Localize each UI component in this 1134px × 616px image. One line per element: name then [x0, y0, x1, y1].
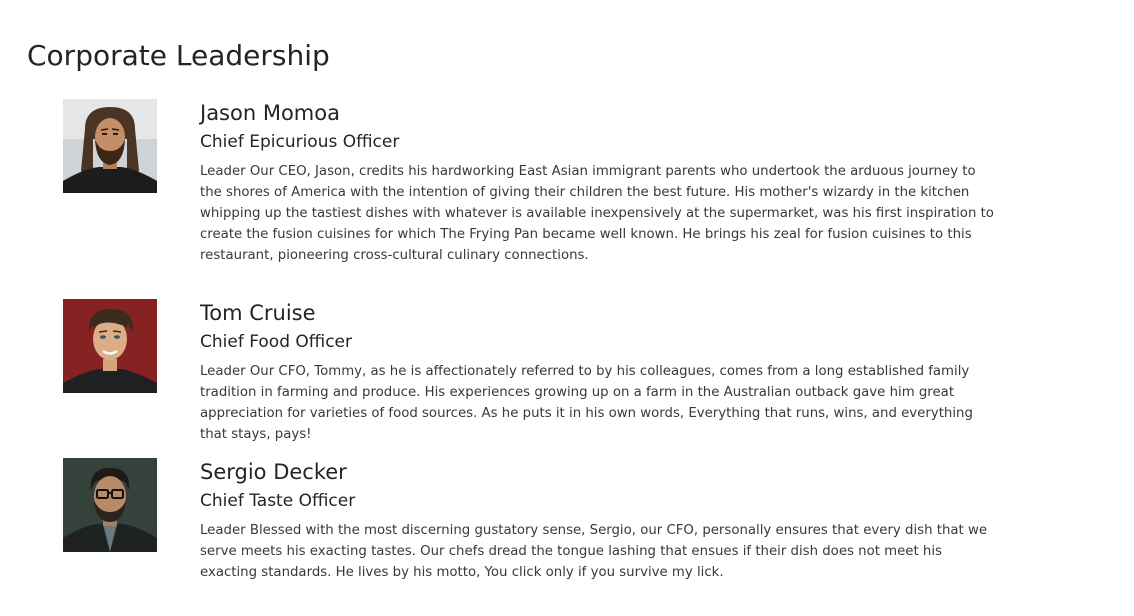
leader-title: Chief Food Officer	[200, 332, 352, 352]
leader-photo	[63, 299, 157, 393]
leader-description: Leader Our CEO, Jason, credits his hardw…	[200, 164, 994, 263]
portrait-long-hair-beard-icon	[63, 99, 157, 193]
leader-description: Leader Blessed with the most discerning …	[200, 523, 988, 580]
portrait-short-hair-icon	[63, 299, 157, 393]
portrait-glasses-beard-icon	[63, 458, 157, 552]
leader-title: Chief Epicurious Officer	[200, 132, 400, 152]
leadership-page: Corporate Leadership Jason Momoa Chief E…	[0, 0, 1134, 616]
leader-body: Sergio Decker Chief Taste Officer Leader…	[200, 458, 1000, 583]
leader-name: Jason Momoa	[200, 101, 340, 125]
leader-title: Chief Taste Officer	[200, 491, 356, 511]
leader-description: Leader Our CFO, Tommy, as he is affectio…	[200, 364, 973, 442]
leader-name: Tom Cruise	[200, 301, 316, 325]
section-title: Corporate Leadership	[27, 39, 330, 72]
leader-photo	[63, 99, 157, 193]
leader-photo	[63, 458, 157, 552]
leader-body: Jason Momoa Chief Epicurious Officer Lea…	[200, 99, 1000, 266]
leader-body: Tom Cruise Chief Food Officer Leader Our…	[200, 299, 1000, 445]
leader-name: Sergio Decker	[200, 460, 347, 484]
